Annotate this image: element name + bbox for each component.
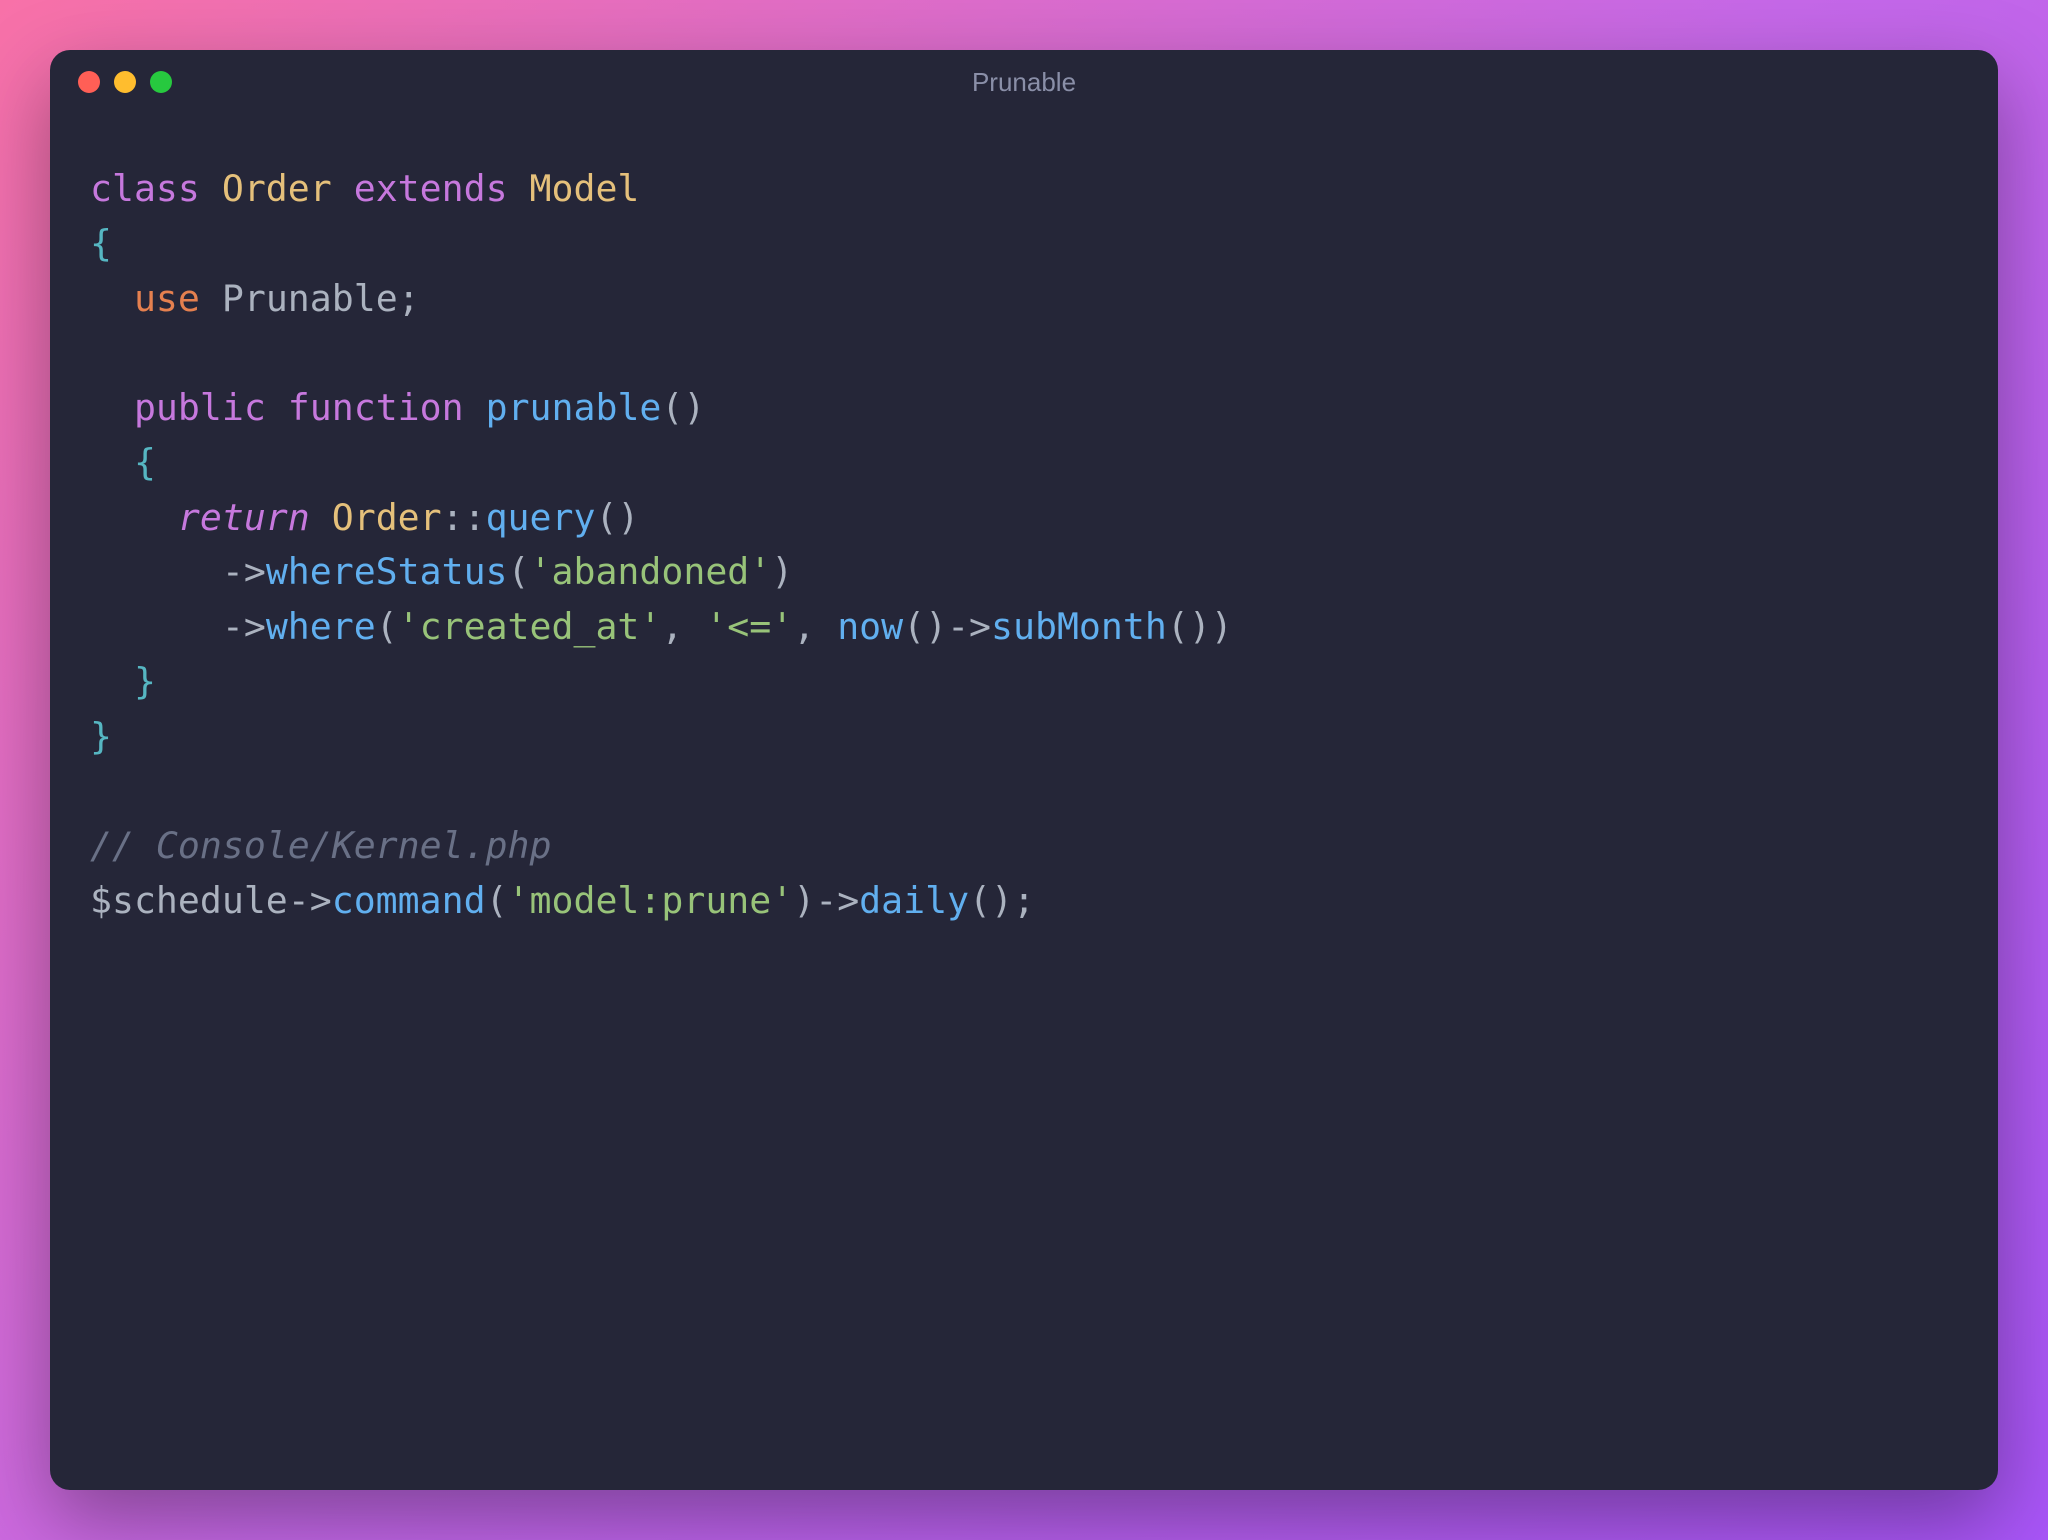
double-colon: :: — [442, 496, 486, 539]
paren-open: ( — [376, 605, 398, 648]
string-created-at: 'created_at' — [398, 605, 662, 648]
close-icon[interactable] — [78, 71, 100, 93]
parens: () — [903, 605, 947, 648]
brace-close: } — [134, 660, 156, 703]
arrow-op: -> — [222, 605, 266, 648]
class-name-order: Order — [222, 167, 332, 210]
arrow-op: -> — [222, 550, 266, 593]
arrow-op: -> — [288, 879, 332, 922]
function-name-prunable: prunable — [486, 386, 662, 429]
traffic-lights — [78, 71, 172, 93]
arrow-op: -> — [947, 605, 991, 648]
minimize-icon[interactable] — [114, 71, 136, 93]
brace-close: } — [90, 715, 112, 758]
arrow-op: -> — [815, 879, 859, 922]
function-now: now — [837, 605, 903, 648]
brace-open: { — [90, 222, 112, 265]
paren-close: ) — [771, 550, 793, 593]
zoom-icon[interactable] — [150, 71, 172, 93]
keyword-class: class — [90, 167, 200, 210]
comment-kernel: // Console/Kernel.php — [90, 824, 551, 867]
titlebar: Prunable — [50, 50, 1998, 114]
keyword-public: public — [134, 386, 266, 429]
keyword-use: use — [134, 277, 200, 320]
trait-prunable: Prunable — [222, 277, 398, 320]
class-name-order: Order — [332, 496, 442, 539]
paren-open: ( — [486, 879, 508, 922]
paren-close: ) — [793, 879, 815, 922]
method-daily: daily — [859, 879, 969, 922]
comma: , — [793, 605, 837, 648]
method-command: command — [332, 879, 486, 922]
string-lte: '<=' — [705, 605, 793, 648]
method-where: where — [266, 605, 376, 648]
class-name-model: Model — [530, 167, 640, 210]
string-model-prune: 'model:prune' — [508, 879, 794, 922]
paren-open: ( — [508, 550, 530, 593]
variable-schedule: $schedule — [90, 879, 288, 922]
brace-open: { — [134, 441, 156, 484]
method-where-status: whereStatus — [266, 550, 508, 593]
keyword-function: function — [288, 386, 464, 429]
keyword-return: return — [178, 496, 310, 539]
semicolon: ; — [398, 277, 420, 320]
semicolon: ; — [1013, 879, 1035, 922]
parens: () — [595, 496, 639, 539]
parens: () — [1167, 605, 1211, 648]
window-title: Prunable — [972, 67, 1076, 98]
code-window: Prunable class Order extends Model { use… — [50, 50, 1998, 1490]
parens: () — [969, 879, 1013, 922]
code-editor[interactable]: class Order extends Model { use Prunable… — [50, 114, 1998, 1490]
parens: () — [661, 386, 705, 429]
method-query: query — [486, 496, 596, 539]
method-submonth: subMonth — [991, 605, 1167, 648]
paren-close: ) — [1211, 605, 1233, 648]
comma: , — [661, 605, 705, 648]
keyword-extends: extends — [354, 167, 508, 210]
string-abandoned: 'abandoned' — [530, 550, 772, 593]
